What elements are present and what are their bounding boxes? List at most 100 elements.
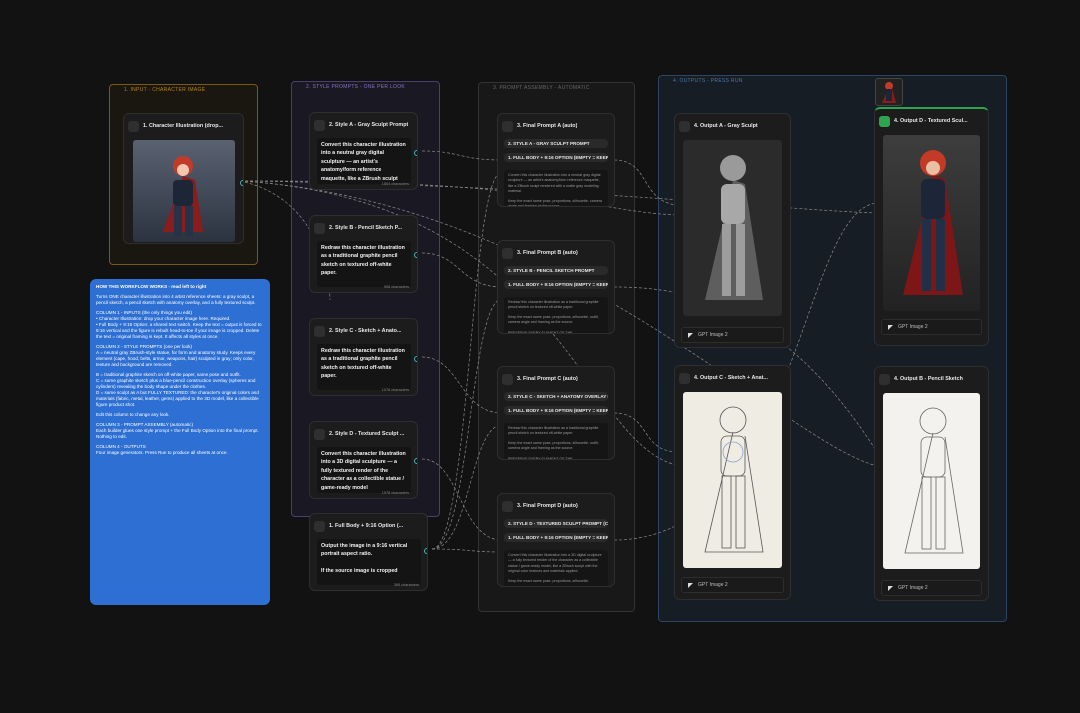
model-label: GPT Image 2 [898, 324, 928, 330]
node-header: 2. Style B - Pencil Sketch P... [314, 222, 413, 234]
input-slot-option[interactable]: 1. FULL BODY + 9:16 OPTION (EMPTY = KEEP [504, 533, 608, 542]
output-image-pencil-sketch[interactable] [883, 393, 980, 569]
node-header: 3. Final Prompt C (auto) [502, 373, 610, 385]
model-label: GPT Image 2 [898, 585, 928, 591]
node-header: 1. Full Body + 9:16 Option (... [314, 520, 423, 532]
output-image-gray-sculpt[interactable] [683, 140, 782, 316]
final-prompt-a-node[interactable]: 3. Final Prompt A (auto) 2. STYLE A - GR… [497, 113, 615, 207]
style-b-node[interactable]: 2. Style B - Pencil Sketch P... Redraw t… [309, 215, 418, 293]
floating-thumbnail[interactable] [875, 78, 903, 106]
output-image-sketch-anatomy[interactable] [683, 392, 782, 568]
style-a-node[interactable]: 2. Style A - Gray Sculpt Prompt Convert … [309, 112, 418, 190]
thumbnail-figure [882, 82, 896, 103]
character-illustration-node[interactable]: 1. Character Illustration (drop... [123, 113, 244, 244]
node-title: 3. Final Prompt B (auto) [517, 250, 578, 256]
image-icon [128, 120, 139, 132]
node-header: 3. Final Prompt B (auto) [502, 247, 610, 259]
node-title: 4. Output D - Textured Scul... [894, 118, 968, 124]
model-selector[interactable]: GPT Image 2 [681, 577, 784, 593]
help-column-2-details: B = traditional graphite sketch on off-w… [96, 372, 259, 407]
preview-paragraph: Convert this character illustration into… [508, 553, 602, 574]
model-icon [688, 332, 693, 338]
style-d-node[interactable]: 2. Style D - Textured Sculpt ... Convert… [309, 421, 418, 499]
combined-prompt-preview: Convert this character illustration into… [504, 550, 608, 586]
char-count: 1804 characters [381, 182, 409, 186]
prompt-textarea[interactable]: Convert this character illustration into… [317, 138, 411, 184]
output-port[interactable] [414, 356, 417, 362]
text-icon [314, 428, 325, 440]
node-header: 4. Output A - Gray Sculpt [679, 120, 786, 132]
input-slot-option[interactable]: 1. FULL BODY + 9:16 OPTION (EMPTY = KEEP [504, 280, 608, 289]
output-image-textured-sculpt[interactable] [883, 135, 980, 311]
sculpt-figure [705, 155, 763, 300]
help-column-4: COLUMN 4 - OUTPUTS Four image generators… [96, 444, 228, 455]
combined-prompt-preview: Convert this character illustration into… [504, 170, 608, 207]
combined-prompt-preview: Redraw this character illustration as a … [504, 423, 608, 459]
help-intro: Turns ONE character illustration into 4 … [96, 294, 256, 305]
output-c-node[interactable]: 4. Output C - Sketch + Anat... GPT Image… [674, 365, 791, 600]
model-selector[interactable]: GPT Image 2 [681, 327, 784, 343]
generator-icon [679, 120, 690, 132]
group-input-title: 1. INPUT - CHARACTER IMAGE [124, 87, 206, 93]
output-d-node[interactable]: 4. Output D - Textured Scul... GPT Image… [874, 107, 989, 346]
node-header: 4. Output C - Sketch + Anat... [679, 372, 786, 384]
model-icon [888, 585, 893, 591]
node-title: 2. Style D - Textured Sculpt ... [329, 431, 405, 437]
combined-prompt-preview: Redraw this character illustration as a … [504, 297, 608, 334]
char-count: 1076 characters [381, 388, 409, 392]
prompt-textarea[interactable]: Redraw this character illustration as a … [317, 241, 411, 287]
char-count: 395 characters [393, 583, 419, 587]
help-column-2: COLUMN 2 - STYLE PROMPTS (one per look) … [96, 344, 256, 367]
character-figure [163, 156, 203, 236]
final-prompt-b-node[interactable]: 3. Final Prompt B (auto) 2. STYLE B - PE… [497, 240, 615, 334]
help-column-1: COLUMN 1 - INPUTS (the only things you e… [96, 310, 262, 339]
character-image[interactable] [133, 140, 235, 242]
output-port[interactable] [424, 548, 427, 554]
prompt-textarea[interactable]: Output the image in a 9:16 vertical port… [317, 539, 421, 585]
node-title: 2. Style C - Sketch + Anato... [329, 328, 402, 334]
text-icon [314, 520, 325, 532]
full-body-option-node[interactable]: 1. Full Body + 9:16 Option (... Output t… [309, 513, 428, 591]
node-header: 2. Style C - Sketch + Anato... [314, 325, 413, 337]
text-icon [314, 119, 325, 131]
input-slot-style[interactable]: 2. STYLE D - TEXTURED SCULPT PROMPT (C [504, 519, 608, 528]
output-port[interactable] [414, 252, 417, 258]
workflow-help-note[interactable]: HOW THIS WORKFLOW WORKS - read left to r… [90, 279, 270, 605]
node-title: 4. Output C - Sketch + Anat... [694, 375, 768, 381]
node-header: 3. Final Prompt A (auto) [502, 120, 610, 132]
preview-paragraph: Keep the exact same pose, proportions, s… [508, 198, 602, 207]
node-header: 2. Style D - Textured Sculpt ... [314, 428, 413, 440]
prompt-textarea[interactable]: Redraw this character illustration as a … [317, 344, 411, 390]
char-count: 908 characters [383, 285, 409, 289]
final-prompt-c-node[interactable]: 3. Final Prompt C (auto) 2. STYLE C - SK… [497, 366, 615, 460]
textured-figure [903, 150, 963, 295]
preview-paragraph: Keep the exact same pose, proportions, s… [508, 578, 589, 583]
preview-paragraph: Convert this character illustration into… [508, 173, 601, 194]
input-slot-style[interactable]: 2. STYLE C - SKETCH + ANATOMY OVERLAY P [504, 392, 608, 401]
input-slot-style[interactable]: 2. STYLE B - PENCIL SKETCH PROMPT [504, 266, 608, 275]
output-b-node[interactable]: 4. Output B - Pencil Sketch GPT Image 2 [874, 366, 989, 601]
input-slot-style[interactable]: 2. STYLE A - GRAY SCULPT PROMPT [504, 139, 608, 148]
prompt-textarea[interactable]: Convert this character illustration into… [317, 447, 411, 493]
model-selector[interactable]: GPT Image 2 [881, 319, 982, 335]
generator-icon [879, 373, 890, 385]
output-port[interactable] [240, 180, 243, 186]
node-header: 2. Style A - Gray Sculpt Prompt [314, 119, 413, 131]
output-port[interactable] [414, 150, 417, 156]
output-a-node[interactable]: 4. Output A - Gray Sculpt GPT Image 2 [674, 113, 791, 348]
generator-icon [679, 372, 690, 384]
output-port[interactable] [414, 458, 417, 464]
group-outputs-title: 4. OUTPUTS - PRESS RUN [673, 78, 743, 84]
input-slot-option[interactable]: 1. FULL BODY + 9:16 OPTION (EMPTY = KEEP [504, 406, 608, 415]
node-header: 4. Output D - Textured Scul... [879, 115, 984, 127]
preview-paragraph: Keep the exact same pose, proportions, s… [508, 314, 599, 334]
style-c-node[interactable]: 2. Style C - Sketch + Anato... Redraw th… [309, 318, 418, 396]
final-prompt-d-node[interactable]: 3. Final Prompt D (auto) 2. STYLE D - TE… [497, 493, 615, 587]
input-slot-option[interactable]: 1. FULL BODY + 9:16 OPTION (EMPTY = KEEP [504, 153, 608, 162]
node-title: 3. Final Prompt A (auto) [517, 123, 578, 129]
model-selector[interactable]: GPT Image 2 [881, 580, 982, 596]
combine-icon [502, 120, 513, 132]
text-icon [314, 325, 325, 337]
node-title: 4. Output B - Pencil Sketch [894, 376, 963, 382]
node-title: 2. Style B - Pencil Sketch P... [329, 225, 403, 231]
